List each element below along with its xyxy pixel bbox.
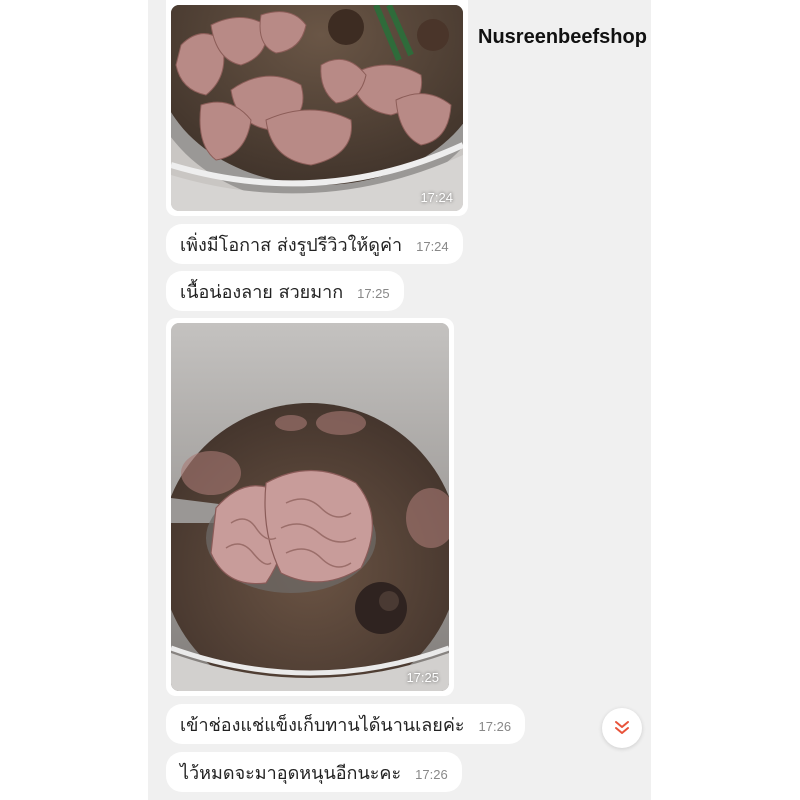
chat-bubble[interactable]: ไว้หมดจะมาอุดหนุนอีกนะคะ 17:26 xyxy=(166,752,462,792)
message-text: เข้าช่องแช่แข็งเก็บทานได้นานเลยค่ะ xyxy=(180,714,465,736)
chat-bubble[interactable]: เนื้อน่องลาย สวยมาก 17:25 xyxy=(166,271,404,311)
message-time: 17:26 xyxy=(478,718,512,734)
message-text: ไว้หมดจะมาอุดหนุนอีกนะคะ xyxy=(180,762,402,784)
message-time: 17:24 xyxy=(420,190,453,205)
chat-bubble[interactable]: เพิ่งมีโอกาส ส่งรูปรีวิวให้ดูค่า 17:24 xyxy=(166,224,463,264)
beef-tripe-soup-photo[interactable]: 17:24 xyxy=(171,5,463,211)
message-text: เพิ่งมีโอกาส ส่งรูปรีวิวให้ดูค่า xyxy=(180,234,403,256)
message-time: 17:24 xyxy=(416,238,449,254)
message-time: 17:25 xyxy=(357,285,390,301)
image-message[interactable]: 17:25 xyxy=(166,318,454,696)
message-time: 17:26 xyxy=(415,766,448,782)
image-message[interactable]: 17:24 xyxy=(166,0,468,216)
shop-name: Nusreenbeefshop xyxy=(478,26,647,48)
chat-bubble[interactable]: เข้าช่องแช่แข็งเก็บทานได้นานเลยค่ะ 17:26 xyxy=(166,704,526,744)
message-text: เนื้อน่องลาย สวยมาก xyxy=(180,281,344,303)
double-chevron-down-icon xyxy=(615,721,629,734)
scroll-to-bottom-button[interactable] xyxy=(602,708,642,748)
beef-on-ladle-photo[interactable]: 17:25 xyxy=(171,323,449,691)
message-time: 17:25 xyxy=(406,670,439,685)
